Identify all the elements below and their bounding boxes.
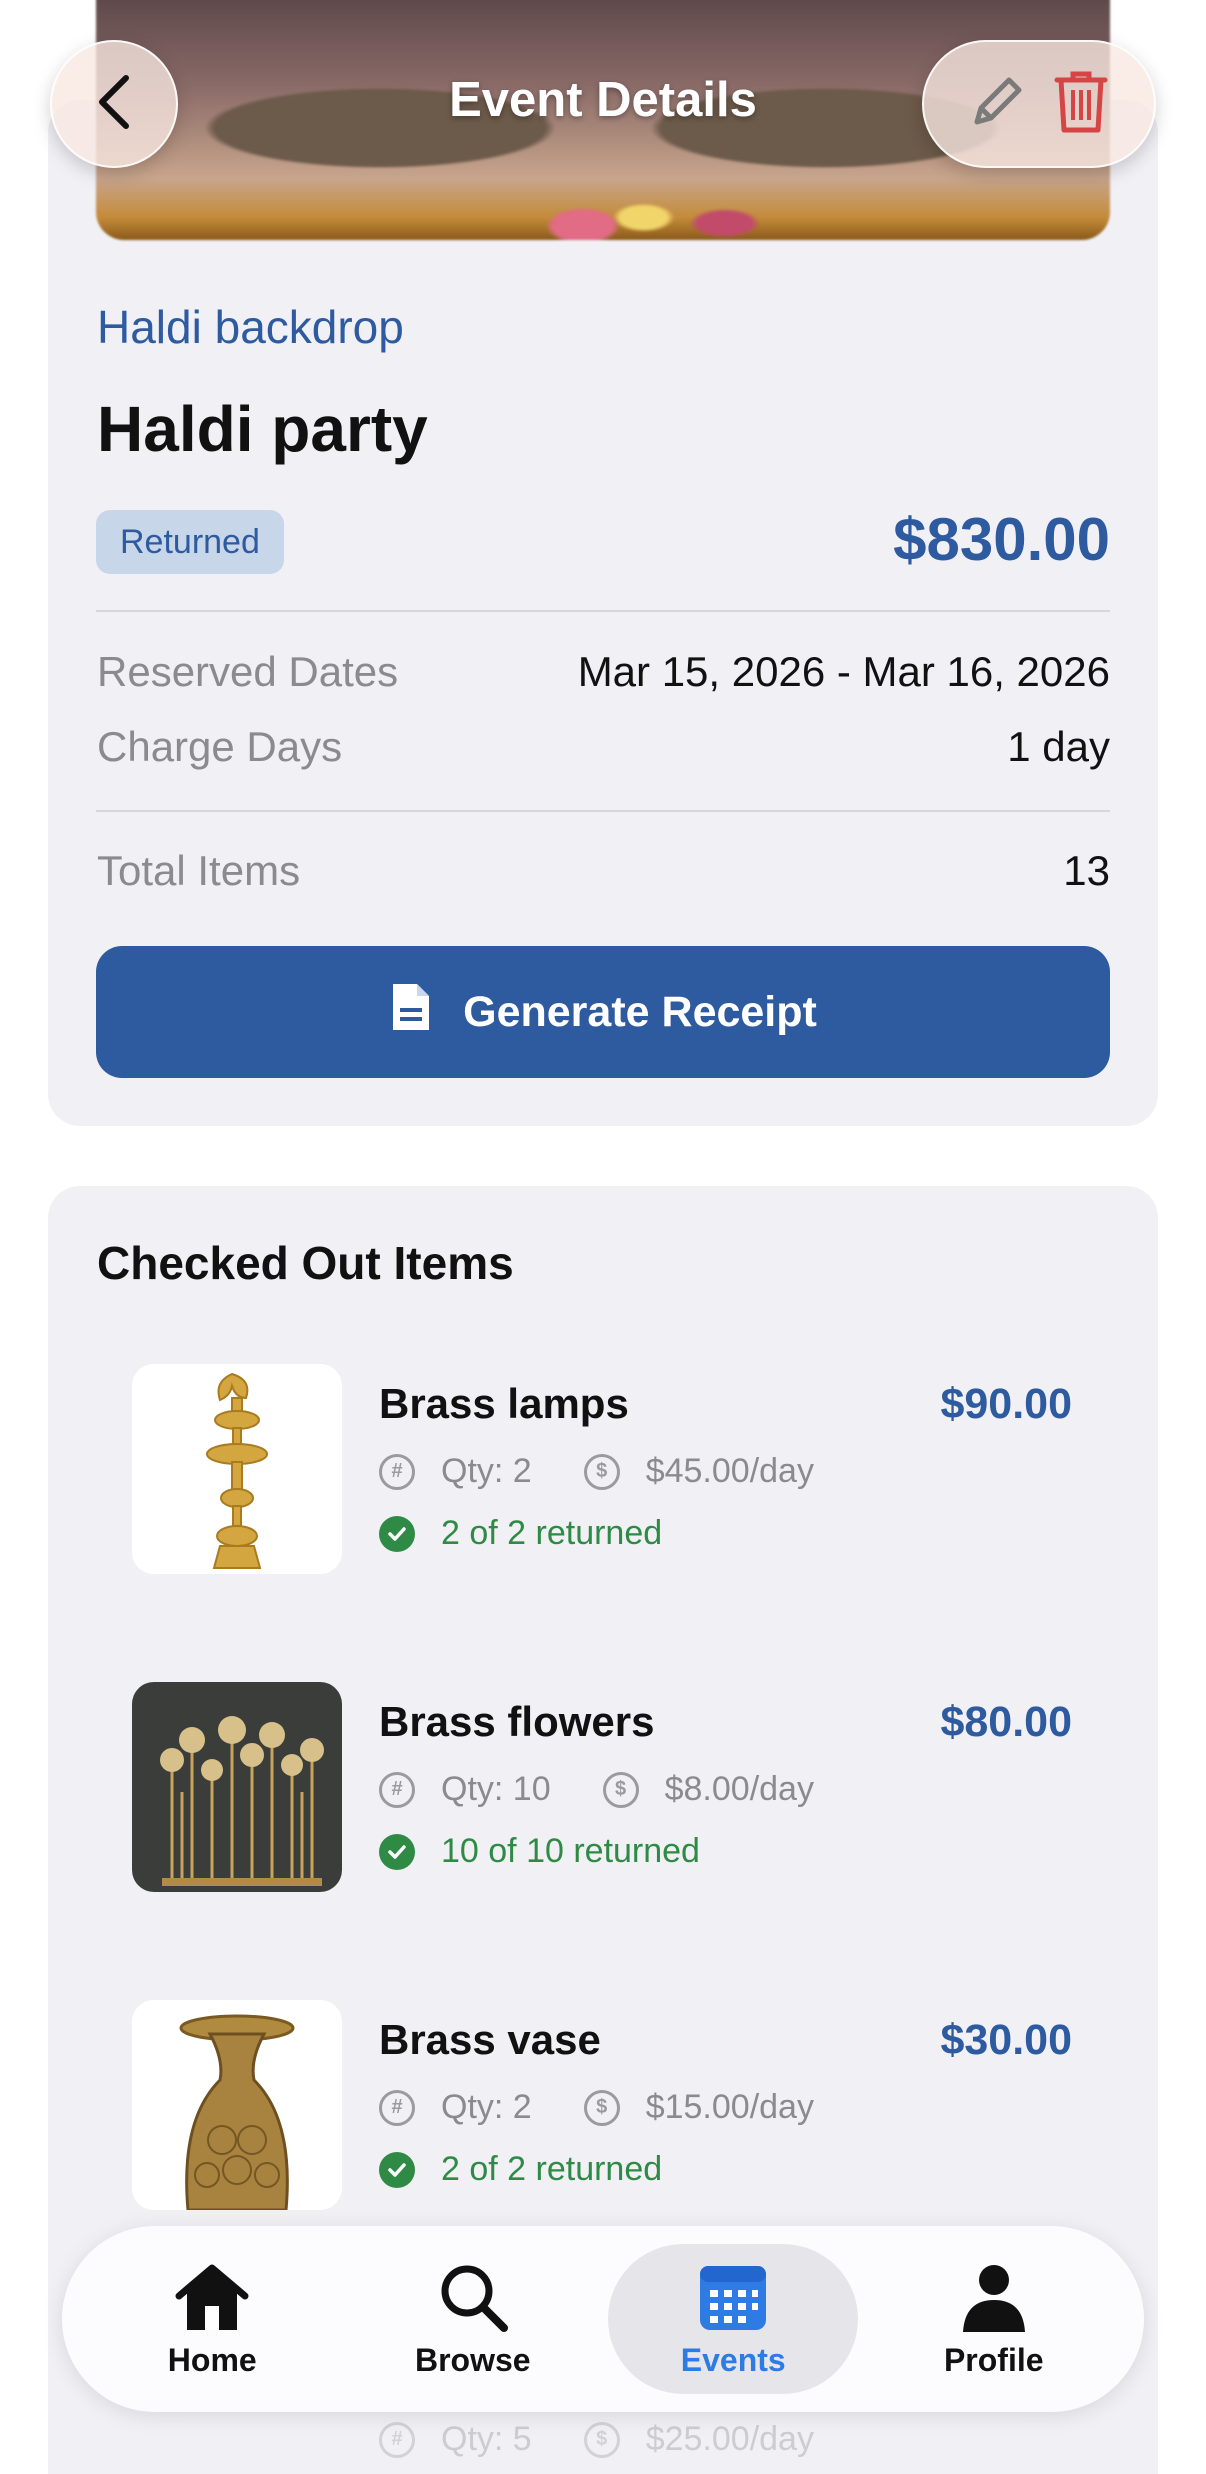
- item-name: Brass lamps: [379, 1380, 629, 1427]
- hash-icon: #: [379, 1771, 415, 1808]
- check-circle-icon: [379, 2151, 415, 2188]
- hash-icon: #: [379, 1453, 415, 1490]
- total-items-label: Total Items: [97, 847, 301, 894]
- item-name: Brass flowers: [379, 1698, 655, 1745]
- reserved-dates-label: Reserved Dates: [97, 648, 399, 695]
- generate-receipt-label: Generate Receipt: [463, 987, 817, 1036]
- person-icon: [962, 2264, 1025, 2332]
- item-qty: Qty: 10: [441, 1770, 551, 1808]
- reserved-dates-value: Mar 15, 2026 - Mar 16, 2026: [577, 648, 1110, 695]
- item-meta: # Qty: 5 $ $25.00/day: [379, 2420, 814, 2459]
- tab-label: Browse: [414, 2341, 531, 2378]
- list-item[interactable]: Brass vase $30.00 # Qty: 2 $ $15.00/day …: [132, 2000, 1072, 2210]
- section-title: Checked Out Items: [97, 1237, 514, 1289]
- item-return-status: 10 of 10 returned: [379, 1832, 700, 1871]
- dollar-icon: $: [583, 2421, 620, 2458]
- tab-bar: Home Browse Events Profile: [62, 2226, 1144, 2412]
- item-thumbnail-brass-vase: [132, 2000, 342, 2210]
- item-returned-text: 10 of 10 returned: [441, 1832, 700, 1870]
- search-icon: [441, 2265, 508, 2332]
- item-price: $30.00: [940, 2016, 1072, 2064]
- item-name: Brass vase: [379, 2016, 601, 2063]
- item-meta: # Qty: 2 $ $15.00/day: [379, 2088, 814, 2127]
- item-meta: # Qty: 2 $ $45.00/day: [379, 1452, 814, 1491]
- event-total-price: $830.00: [893, 506, 1110, 573]
- tab-label: Events: [680, 2341, 786, 2378]
- list-item[interactable]: Brass lamps $90.00 # Qty: 2 $ $45.00/day…: [132, 1364, 1072, 1574]
- status-badge: Returned: [96, 510, 284, 574]
- item-return-status: 2 of 2 returned: [379, 1514, 662, 1553]
- divider: [96, 610, 1110, 612]
- check-circle-icon: [379, 1515, 415, 1552]
- list-item[interactable]: Brass flowers $80.00 # Qty: 10 $ $8.00/d…: [132, 1682, 1072, 1892]
- item-rate: $45.00/day: [645, 1452, 814, 1490]
- item-rate: $25.00/day: [645, 2420, 814, 2458]
- tab-home[interactable]: Home: [87, 2244, 337, 2394]
- dollar-icon: $: [583, 1453, 620, 1490]
- item-returned-text: 2 of 2 returned: [441, 1514, 663, 1552]
- item-rate: $8.00/day: [664, 1770, 814, 1808]
- item-thumbnail-brass-lamp: [132, 1364, 342, 1574]
- total-items-value: 13: [1063, 847, 1110, 894]
- item-returned-text: 2 of 2 returned: [441, 2150, 663, 2188]
- item-rate: $15.00/day: [645, 2088, 814, 2126]
- item-price: $90.00: [940, 1380, 1072, 1428]
- item-qty: Qty: 2: [441, 2088, 532, 2126]
- dollar-icon: $: [583, 2089, 620, 2126]
- edit-button[interactable]: [967, 72, 1027, 137]
- calendar-icon: [700, 2265, 767, 2330]
- trash-icon: [1054, 71, 1108, 132]
- check-circle-icon: [379, 1833, 415, 1870]
- edit-delete-group: [922, 40, 1156, 168]
- tab-events[interactable]: Events: [608, 2244, 859, 2394]
- hash-icon: #: [379, 2421, 415, 2458]
- item-price: $80.00: [940, 1698, 1072, 1746]
- home-icon: [175, 2264, 249, 2330]
- item-return-status: 2 of 2 returned: [379, 2150, 662, 2189]
- item-thumbnail-brass-flowers: [132, 1682, 342, 1892]
- document-icon: [389, 980, 433, 1045]
- pencil-icon: [974, 77, 1022, 124]
- generate-receipt-button[interactable]: Generate Receipt: [96, 946, 1110, 1078]
- tab-browse[interactable]: Browse: [348, 2244, 598, 2394]
- item-qty: Qty: 2: [441, 1452, 532, 1490]
- tab-label: Profile: [943, 2341, 1044, 2378]
- item-qty: Qty: 5: [441, 2420, 532, 2458]
- charge-days-value: 1 day: [1007, 723, 1110, 770]
- divider: [96, 810, 1110, 812]
- delete-button[interactable]: [1051, 68, 1111, 141]
- hash-icon: #: [379, 2089, 415, 2126]
- dollar-icon: $: [602, 1771, 639, 1808]
- event-title: Haldi party: [97, 393, 428, 465]
- charge-days-label: Charge Days: [97, 723, 343, 770]
- item-meta: # Qty: 10 $ $8.00/day: [379, 1770, 814, 1809]
- tab-profile[interactable]: Profile: [869, 2244, 1119, 2394]
- event-subtitle: Haldi backdrop: [97, 301, 404, 353]
- tab-label: Home: [167, 2341, 257, 2378]
